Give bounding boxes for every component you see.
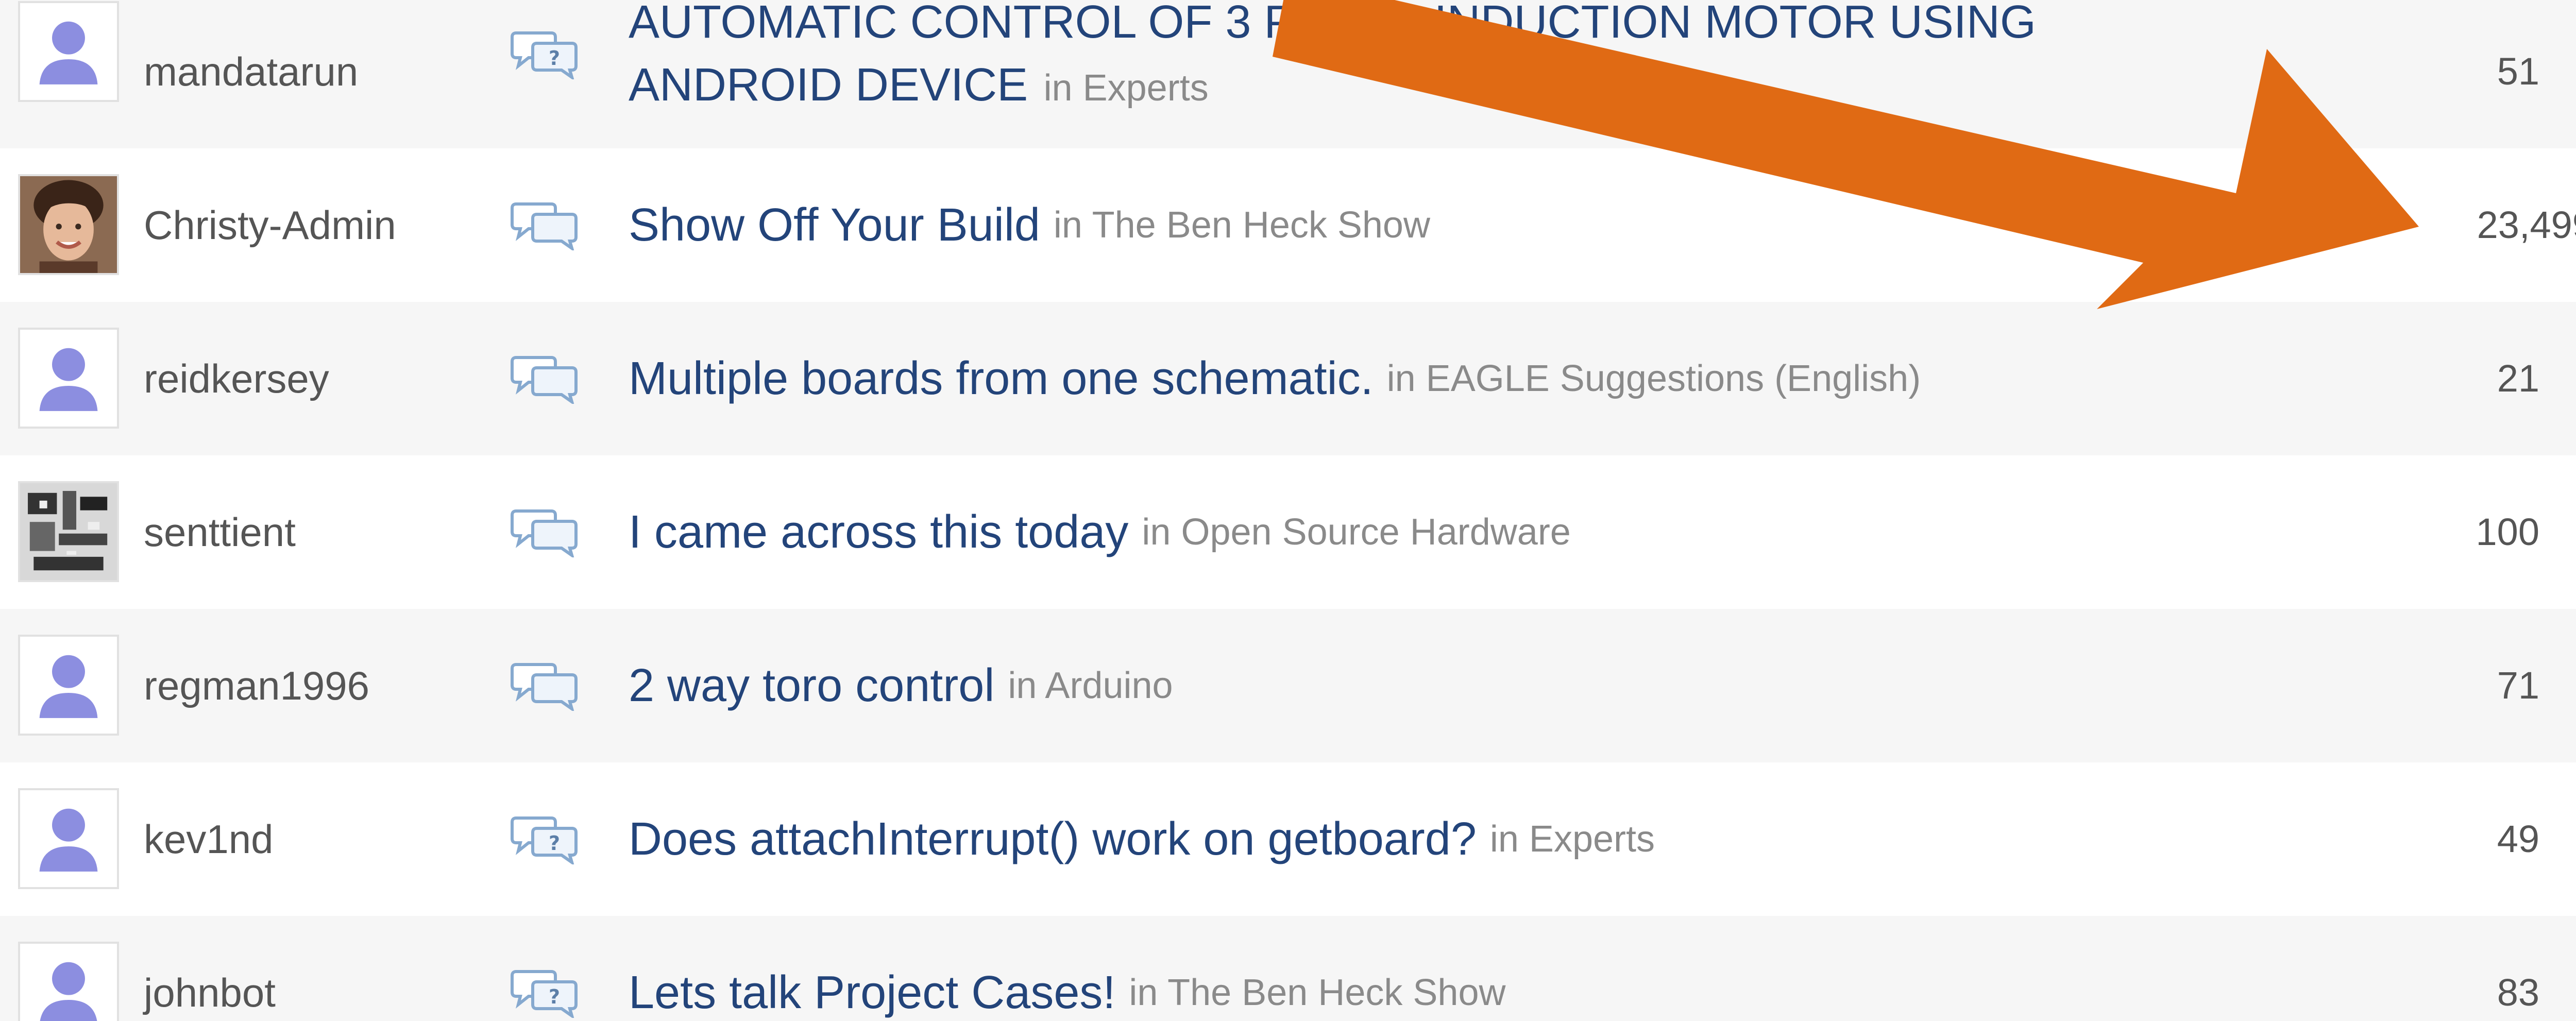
username-link[interactable]: regman1996 (144, 609, 369, 762)
reply-count: 100 (2476, 510, 2539, 553)
topic-title-link[interactable]: Lets talk Project Cases! (629, 969, 1115, 1016)
svg-text:?: ? (549, 985, 560, 1008)
discussion-bubble-icon (510, 507, 579, 557)
svg-text:?: ? (549, 832, 560, 855)
reply-count: 23,499 (2477, 203, 2576, 246)
default-user-icon (20, 3, 117, 100)
discussion-list: mandatarun ? AUTOMATIC CONTROL OF 3 PHAS… (0, 0, 2576, 1021)
table-row: johnbot ? Lets talk Project Cases! in Th… (0, 916, 2576, 1021)
topic-cell: Does attachInterrupt() work on getboard?… (629, 762, 1655, 916)
svg-text:?: ? (549, 47, 560, 70)
topic-cell: Lets talk Project Cases! in The Ben Heck… (629, 916, 1505, 1021)
username-link[interactable]: kev1nd (144, 762, 274, 916)
discussion-bubble-icon (510, 353, 579, 404)
username-link[interactable]: reidkersey (144, 302, 329, 455)
table-row: kev1nd ? Does attachInterrupt() work on … (0, 762, 2576, 916)
topic-title-link[interactable]: Multiple boards from one schematic. (629, 355, 1374, 402)
avatar[interactable] (18, 1, 119, 102)
discussion-bubble-icon (510, 660, 579, 711)
table-row: mandatarun ? AUTOMATIC CONTROL OF 3 PHAS… (0, 0, 2576, 148)
topic-title-link[interactable]: I came across this today (629, 509, 1128, 555)
place-link[interactable]: in Experts (1044, 67, 1209, 109)
topic-title-link[interactable]: AUTOMATIC CONTROL OF 3 PHASE INDUCTION M… (629, 0, 2036, 45)
place-link[interactable]: in The Ben Heck Show (1054, 207, 1430, 244)
reply-count: 21 (2497, 357, 2539, 400)
default-user-icon (20, 790, 117, 887)
avatar[interactable] (18, 635, 119, 736)
place-link[interactable]: in Open Source Hardware (1142, 514, 1570, 551)
table-row: Christy-Admin Show Off Your Build in The… (0, 148, 2576, 302)
default-user-icon (20, 330, 117, 427)
place-link[interactable]: in Experts (1490, 821, 1655, 858)
reply-count: 83 (2497, 971, 2539, 1014)
question-bubble-icon: ? (510, 967, 579, 1018)
place-link[interactable]: in EAGLE Suggestions (English) (1387, 360, 1921, 397)
topic-cell: Multiple boards from one schematic. in E… (629, 302, 1921, 455)
table-row: reidkersey Multiple boards from one sche… (0, 302, 2576, 455)
topic-cell: Show Off Your Build in The Ben Heck Show (629, 148, 1430, 302)
user-photo (20, 483, 117, 580)
place-link[interactable]: in The Ben Heck Show (1129, 974, 1505, 1011)
username-link[interactable]: johnbot (144, 916, 276, 1021)
avatar[interactable] (18, 174, 119, 275)
place-link[interactable]: in Arduino (1008, 667, 1173, 704)
username-link[interactable]: mandatarun (144, 0, 358, 148)
username-link[interactable]: senttient (144, 455, 296, 609)
user-photo (20, 176, 117, 273)
topic-cell: AUTOMATIC CONTROL OF 3 PHASE INDUCTION M… (629, 0, 2277, 148)
topic-cell: I came across this today in Open Source … (629, 455, 1571, 609)
default-user-icon (20, 637, 117, 734)
reply-count: 49 (2497, 818, 2539, 860)
topic-title-link[interactable]: Show Off Your Build (629, 202, 1040, 248)
username-link[interactable]: Christy-Admin (144, 148, 396, 302)
avatar[interactable] (18, 942, 119, 1021)
topic-title-link[interactable]: Does attachInterrupt() work on getboard? (629, 816, 1477, 862)
topic-title-link[interactable]: ANDROID DEVICE (629, 59, 1028, 111)
question-bubble-icon: ? (510, 29, 579, 79)
topic-title-link[interactable]: 2 way toro control (629, 662, 994, 709)
reply-count: 71 (2497, 664, 2539, 707)
avatar[interactable] (18, 788, 119, 889)
table-row: regman1996 2 way toro control in Arduino… (0, 609, 2576, 762)
reply-count: 51 (2497, 50, 2539, 93)
avatar[interactable] (18, 328, 119, 429)
question-bubble-icon: ? (510, 814, 579, 864)
topic-cell: 2 way toro control in Arduino (629, 609, 1173, 762)
discussion-bubble-icon (510, 200, 579, 250)
avatar[interactable] (18, 481, 119, 582)
default-user-icon (20, 944, 117, 1021)
table-row: senttient I came across this today in Op… (0, 455, 2576, 609)
